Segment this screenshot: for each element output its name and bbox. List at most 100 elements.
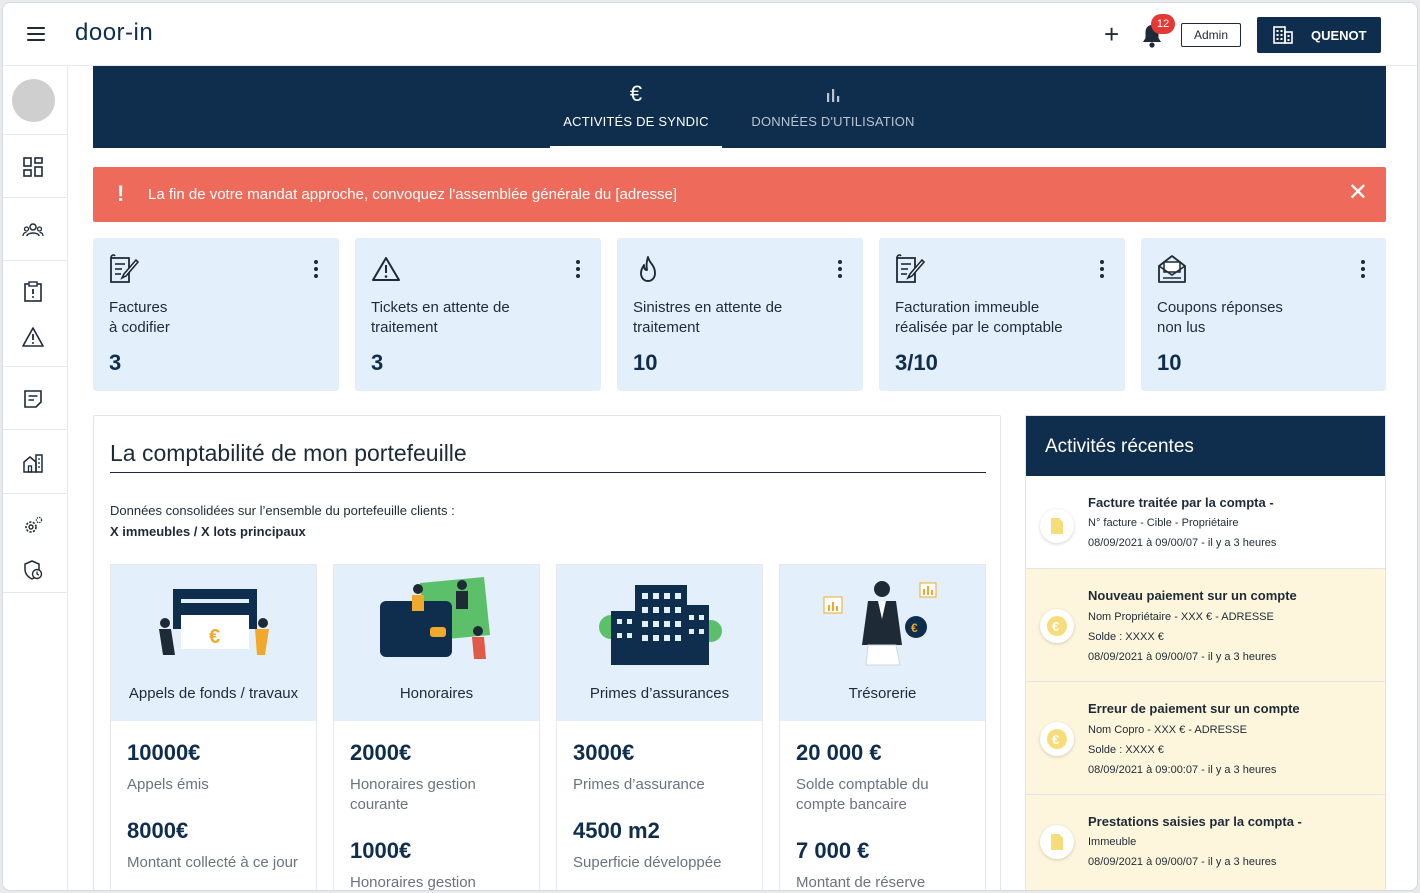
card-value-primary: 10000€	[127, 740, 201, 765]
warning-icon[interactable]	[22, 326, 44, 348]
card-label-primary: Honoraires gestion courante	[350, 776, 476, 813]
stat-card-tickets[interactable]: Tickets en attente de traitement 3	[355, 238, 601, 391]
bar-chart-icon	[745, 82, 921, 106]
building-icon	[1273, 26, 1293, 44]
app-logo[interactable]: door-in	[75, 19, 153, 47]
buildings-icon[interactable]	[22, 452, 44, 474]
fees-card[interactable]: Honoraires 2000€ Honoraires gestion cour…	[333, 564, 540, 891]
card-header: Primes d’assurances	[557, 565, 762, 721]
flame-icon	[640, 256, 656, 282]
main-tabs: € ACTIVITÉS DE SYNDIC DONNÉES D'UTILISAT…	[93, 66, 1386, 148]
shield-clock-icon[interactable]	[22, 559, 44, 581]
activity-timestamp: 08/09/2021 à 09/00/07 - il y a 3 heures	[1088, 651, 1277, 663]
activity-item[interactable]: € Nouveau paiement sur un compte Nom Pro…	[1026, 569, 1385, 682]
stat-value: 3	[371, 350, 384, 375]
card-label-secondary: Honoraires gestion	[350, 874, 476, 891]
add-icon[interactable]: +	[1104, 21, 1119, 47]
top-bar: door-in + 12 Admin QUENOT	[3, 3, 1417, 66]
insurance-card[interactable]: Primes d’assurances 3000€ Primes d’assur…	[556, 564, 763, 890]
alert-message: La fin de votre mandat approche, convoqu…	[148, 186, 678, 203]
company-label: QUENOT	[1311, 27, 1367, 43]
activity-balance: Solde : XXXX €	[1088, 744, 1164, 756]
more-options-icon[interactable]	[313, 260, 319, 278]
stat-card-claims[interactable]: Sinistres en attente de traitement 10	[617, 238, 863, 391]
company-button[interactable]: QUENOT	[1257, 17, 1381, 53]
stat-value: 10	[633, 350, 658, 375]
activity-title: Prestations saisies par la compta -	[1088, 814, 1302, 829]
stat-value: 10	[1157, 350, 1182, 375]
recent-activities-panel: Activités récentes Facture traitée par l…	[1025, 415, 1386, 890]
more-options-icon[interactable]	[837, 260, 843, 278]
users-group-icon[interactable]	[22, 219, 44, 241]
note-icon[interactable]	[22, 388, 44, 410]
activity-timestamp: 08/09/2021 à 09:00:07 - il y a 3 heures	[1088, 764, 1277, 776]
sidebar-divider	[3, 260, 68, 261]
card-label-primary: Primes d’assurance	[573, 776, 705, 793]
stat-label: Coupons réponses non lus	[1157, 299, 1283, 336]
treasury-card[interactable]: € Trésorerie 20 000 € Solde comptable du…	[779, 564, 986, 891]
stat-label: Tickets en attente de traitement	[371, 299, 510, 336]
activity-timestamp: 08/09/2021 à 09/00/07 - il y a 3 heures	[1088, 537, 1277, 549]
stat-value: 3/10	[895, 350, 938, 375]
wallet-illustration	[380, 577, 490, 659]
activity-title: Nouveau paiement sur un compte	[1088, 588, 1297, 603]
sidebar-divider	[3, 134, 68, 135]
admin-button[interactable]: Admin	[1181, 23, 1241, 47]
card-label-secondary: Montant de réserve	[796, 874, 926, 891]
tab-syndic-activities[interactable]: € ACTIVITÉS DE SYNDIC	[550, 66, 722, 148]
portfolio-panel: La comptabilité de mon portefeuille Donn…	[93, 415, 1001, 891]
app-window: door-in + 12 Admin QUENOT € ACTIVITÉS DE…	[2, 2, 1418, 891]
close-icon[interactable]: ✕	[1348, 181, 1368, 205]
stat-card-coupons[interactable]: Coupons réponses non lus 10	[1141, 238, 1386, 391]
avatar[interactable]	[12, 79, 55, 122]
notification-badge: 12	[1151, 14, 1175, 34]
activity-detail: N° facture - Cible - Propriétaire	[1088, 517, 1239, 529]
card-value-primary: 3000€	[573, 740, 635, 765]
activity-detail: Nom Propriétaire - XXX € - ADRESSE	[1088, 611, 1274, 623]
stat-card-invoices[interactable]: Factures à codifier 3	[93, 238, 339, 391]
card-value-secondary: 1000€	[350, 838, 412, 863]
card-value-secondary: 8000€	[127, 818, 189, 843]
tab-usage-data[interactable]: DONNÉES D'UTILISATION	[745, 66, 921, 148]
printer-illustration: €	[159, 589, 269, 655]
card-name: Trésorerie	[848, 685, 917, 702]
stat-value: 3	[109, 350, 122, 375]
invoice-edit-icon	[896, 254, 926, 283]
panel-title: Activités récentes	[1026, 416, 1385, 476]
businessman-illustration: €	[823, 581, 937, 666]
mail-stack-icon	[1158, 255, 1186, 283]
card-value-primary: 2000€	[350, 740, 412, 765]
stat-label: Sinistres en attente de traitement	[633, 299, 783, 336]
sidebar-divider	[3, 592, 68, 593]
activity-item[interactable]: Prestations saisies par la compta - Imme…	[1026, 795, 1385, 890]
tab-label: ACTIVITÉS DE SYNDIC	[563, 114, 709, 129]
activity-balance: Solde : XXXX €	[1088, 631, 1164, 643]
svg-text:€: €	[911, 621, 918, 635]
sidebar-divider	[3, 493, 68, 494]
title-divider	[110, 472, 986, 473]
menu-icon[interactable]	[27, 27, 45, 41]
more-options-icon[interactable]	[1360, 260, 1366, 278]
card-label-primary: Appels émis	[127, 776, 209, 793]
mandate-alert: ! La fin de votre mandat approche, convo…	[93, 167, 1386, 222]
sidebar	[3, 66, 68, 890]
panel-description: Données consolidées sur l’ensemble du po…	[110, 503, 455, 539]
activity-title: Erreur de paiement sur un compte	[1088, 701, 1300, 716]
euro-coin-icon: €	[1040, 722, 1074, 756]
card-value-secondary: 4500 m2	[573, 818, 660, 843]
card-header: € Trésorerie	[780, 565, 985, 721]
activity-item[interactable]: € Erreur de paiement sur un compte Nom C…	[1026, 682, 1385, 795]
clipboard-alert-icon[interactable]	[22, 281, 44, 303]
activity-item[interactable]: Facture traitée par la compta - N° factu…	[1026, 476, 1385, 569]
sidebar-divider	[3, 429, 68, 430]
fund-calls-card[interactable]: € Appels de fonds / travaux 10000€ Appel…	[110, 564, 317, 890]
more-options-icon[interactable]	[575, 260, 581, 278]
card-name: Honoraires	[399, 685, 474, 702]
stat-card-building-billing[interactable]: Facturation immeuble réalisée par le comp…	[879, 238, 1125, 391]
stat-label: Factures à codifier	[109, 299, 170, 336]
dashboard-icon[interactable]	[22, 156, 44, 178]
svg-text:€: €	[209, 626, 220, 648]
card-value-secondary: 7 000 €	[796, 838, 870, 863]
more-options-icon[interactable]	[1099, 260, 1105, 278]
settings-gears-icon[interactable]	[22, 515, 44, 537]
